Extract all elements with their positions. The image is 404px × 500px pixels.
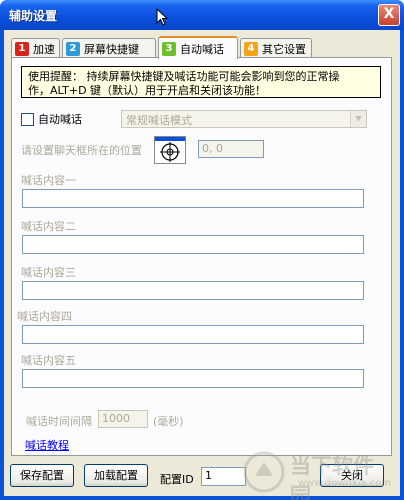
chat-position-label: 请设置聊天框所在的位置 bbox=[21, 144, 142, 157]
auto-shout-panel: 使用提醒： 持续屏幕快捷键及喊话功能可能会影响到您的正常操 作，ALT+D 键（… bbox=[11, 57, 392, 456]
tab-label: 自动喊话 bbox=[180, 42, 224, 56]
tab-number-badge: 4 bbox=[244, 41, 258, 56]
shout-interval-unit: (毫秒) bbox=[153, 415, 184, 428]
shout-content-3-input[interactable] bbox=[22, 281, 364, 300]
load-config-button[interactable]: 加载配置 bbox=[84, 464, 148, 487]
settings-window: 辅助设置 X 1 加速 2 屏幕快捷键 3 自动喊话 4 其它设置 使用提醒： … bbox=[0, 0, 404, 500]
chevron-down-icon[interactable]: ▼ bbox=[350, 111, 366, 127]
tab-auto-shout[interactable]: 3 自动喊话 bbox=[158, 36, 238, 59]
shout-interval-label: 喊话时间间隔 bbox=[26, 415, 92, 428]
watermark-url: www.downxia.com bbox=[298, 478, 392, 489]
shout-content-5-label: 喊话内容五 bbox=[21, 354, 76, 367]
chat-position-picker-button[interactable] bbox=[154, 136, 186, 164]
tab-label: 屏幕快捷键 bbox=[84, 42, 139, 56]
shout-interval-input[interactable]: 1000 bbox=[98, 410, 148, 428]
notice-line: 作，ALT+D 键（默认）用于开启和关闭该功能！ bbox=[28, 84, 267, 97]
tab-speed[interactable]: 1 加速 bbox=[11, 38, 60, 58]
shout-content-1-label: 喊话内容一 bbox=[21, 174, 76, 187]
tab-label: 其它设置 bbox=[262, 42, 306, 56]
config-id-label: 配置ID bbox=[160, 473, 194, 486]
usage-notice: 使用提醒： 持续屏幕快捷键及喊话功能可能会影响到您的正常操 作，ALT+D 键（… bbox=[21, 66, 381, 98]
shout-content-2-label: 喊话内容二 bbox=[21, 220, 76, 233]
chat-position-field[interactable]: 0, 0 bbox=[198, 140, 264, 158]
auto-shout-checkbox[interactable] bbox=[21, 112, 34, 126]
mouse-cursor-icon bbox=[156, 8, 168, 26]
watermark-logo-icon bbox=[243, 451, 285, 493]
shout-tutorial-link[interactable]: 喊话教程 bbox=[25, 437, 69, 453]
shout-content-4-label: 喊话内容四 bbox=[17, 310, 72, 323]
auto-shout-label: 自动喊话 bbox=[38, 113, 82, 126]
config-id-input[interactable]: 1 bbox=[201, 467, 246, 486]
shout-content-5-input[interactable] bbox=[22, 369, 364, 388]
shout-content-1-input[interactable] bbox=[22, 189, 364, 208]
tab-label: 加速 bbox=[33, 42, 55, 56]
shout-content-2-input[interactable] bbox=[22, 235, 364, 254]
tab-number-badge: 3 bbox=[162, 41, 176, 56]
auto-shout-toggle[interactable]: 自动喊话 bbox=[21, 111, 82, 127]
tab-number-badge: 1 bbox=[15, 41, 29, 56]
dialog-body: 1 加速 2 屏幕快捷键 3 自动喊话 4 其它设置 使用提醒： 持续屏幕快捷键… bbox=[4, 30, 400, 500]
title-bar[interactable]: 辅助设置 X bbox=[0, 0, 404, 30]
shout-mode-select[interactable]: 常规喊话模式 ▼ bbox=[121, 110, 367, 128]
tab-other-settings[interactable]: 4 其它设置 bbox=[240, 38, 312, 58]
save-config-button[interactable]: 保存配置 bbox=[10, 464, 74, 487]
tab-number-badge: 2 bbox=[66, 41, 80, 56]
notice-line: 使用提醒： 持续屏幕快捷键及喊话功能可能会影响到您的正常操 bbox=[28, 70, 340, 83]
shout-content-4-input[interactable] bbox=[22, 325, 364, 344]
crosshair-icon bbox=[155, 137, 185, 162]
shout-mode-value: 常规喊话模式 bbox=[126, 114, 192, 127]
shout-content-3-label: 喊话内容三 bbox=[21, 266, 76, 279]
downxia-watermark: 当下软件园 www.downxia.com bbox=[242, 448, 392, 500]
close-window-button[interactable]: X bbox=[378, 4, 400, 26]
window-title: 辅助设置 bbox=[9, 9, 58, 23]
watermark-text: 当下软件园 bbox=[290, 454, 374, 500]
tab-screen-hotkeys[interactable]: 2 屏幕快捷键 bbox=[62, 38, 156, 58]
